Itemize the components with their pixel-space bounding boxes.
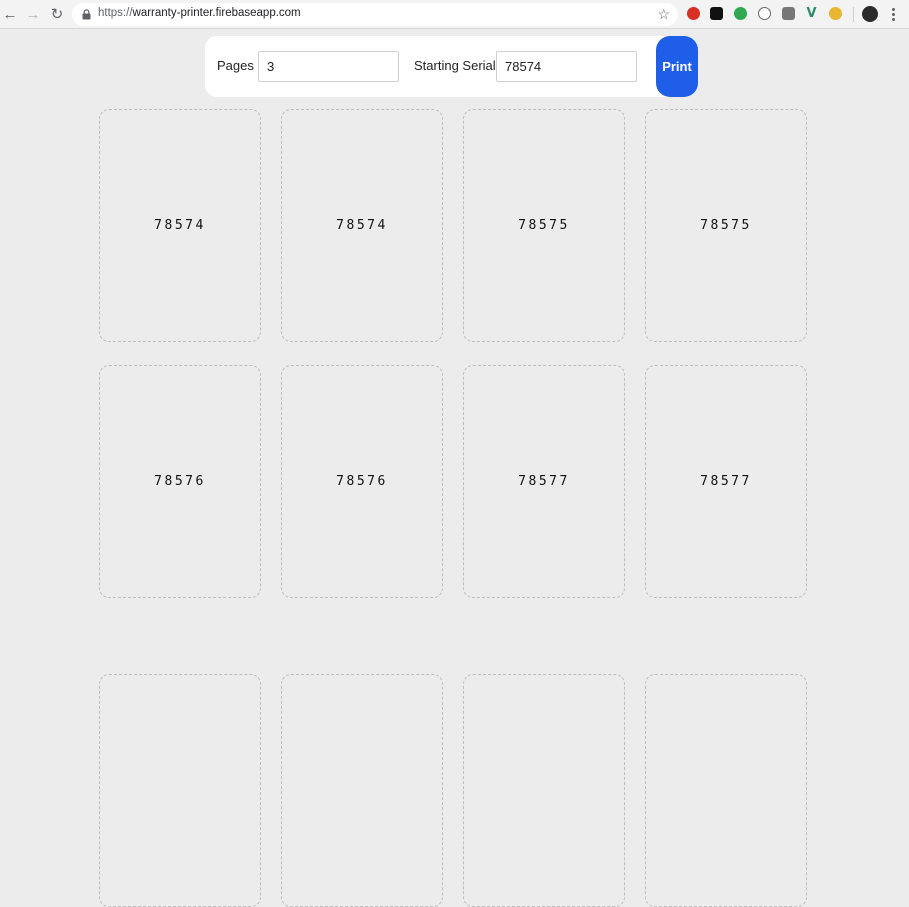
address-bar[interactable]: https://warranty-printer.firebaseapp.com…	[72, 3, 678, 26]
starting-serial-label: Starting Serial	[414, 58, 496, 73]
serial-number: 78577	[700, 474, 752, 489]
jetbrains-extension-icon[interactable]	[710, 7, 723, 20]
back-icon[interactable]: ←	[1, 5, 19, 23]
serial-number: 78576	[336, 474, 388, 489]
label-card: 78576	[281, 365, 443, 598]
starting-serial-input[interactable]	[496, 51, 637, 82]
url-text: https://warranty-printer.firebaseapp.com	[98, 7, 301, 19]
print-form: Pages Starting Serial Print	[205, 36, 698, 97]
label-card: 78575	[645, 109, 807, 342]
serial-number: 78574	[154, 218, 206, 233]
browser-menu-icon[interactable]	[889, 5, 897, 23]
opera-extension-icon[interactable]	[687, 7, 700, 20]
pages-label: Pages	[217, 58, 254, 73]
label-card	[99, 674, 261, 907]
serial-number: 78576	[154, 474, 206, 489]
label-card	[463, 674, 625, 907]
serial-number: 78575	[518, 218, 570, 233]
serial-number: 78577	[518, 474, 570, 489]
pages-input[interactable]	[258, 51, 399, 82]
url-scheme: https://	[98, 7, 133, 19]
grey-extension-icon[interactable]	[782, 7, 795, 20]
label-card	[645, 674, 807, 907]
green-extension-icon[interactable]	[734, 7, 747, 20]
serial-number: 78574	[336, 218, 388, 233]
label-card: 78576	[99, 365, 261, 598]
lock-icon	[82, 9, 91, 20]
url-host: warranty-printer.firebaseapp.com	[132, 7, 301, 19]
label-card: 78575	[463, 109, 625, 342]
reload-icon[interactable]: ↻	[48, 5, 66, 23]
label-card: 78574	[99, 109, 261, 342]
label-card	[281, 674, 443, 907]
profile-avatar[interactable]	[862, 6, 878, 22]
label-card: 78574	[281, 109, 443, 342]
vue-devtools-icon[interactable]: V	[805, 6, 818, 21]
toolbar-divider	[853, 7, 854, 22]
circle-extension-icon[interactable]	[758, 7, 771, 20]
bookmark-star-icon[interactable]: ☆	[657, 6, 670, 23]
serial-number: 78575	[700, 218, 752, 233]
browser-toolbar: ← → ↻ https://warranty-printer.firebasea…	[0, 0, 909, 29]
label-card: 78577	[645, 365, 807, 598]
forward-icon[interactable]: →	[24, 5, 42, 23]
print-button[interactable]: Print	[656, 36, 698, 97]
label-card: 78577	[463, 365, 625, 598]
color-extension-icon[interactable]	[829, 7, 842, 20]
